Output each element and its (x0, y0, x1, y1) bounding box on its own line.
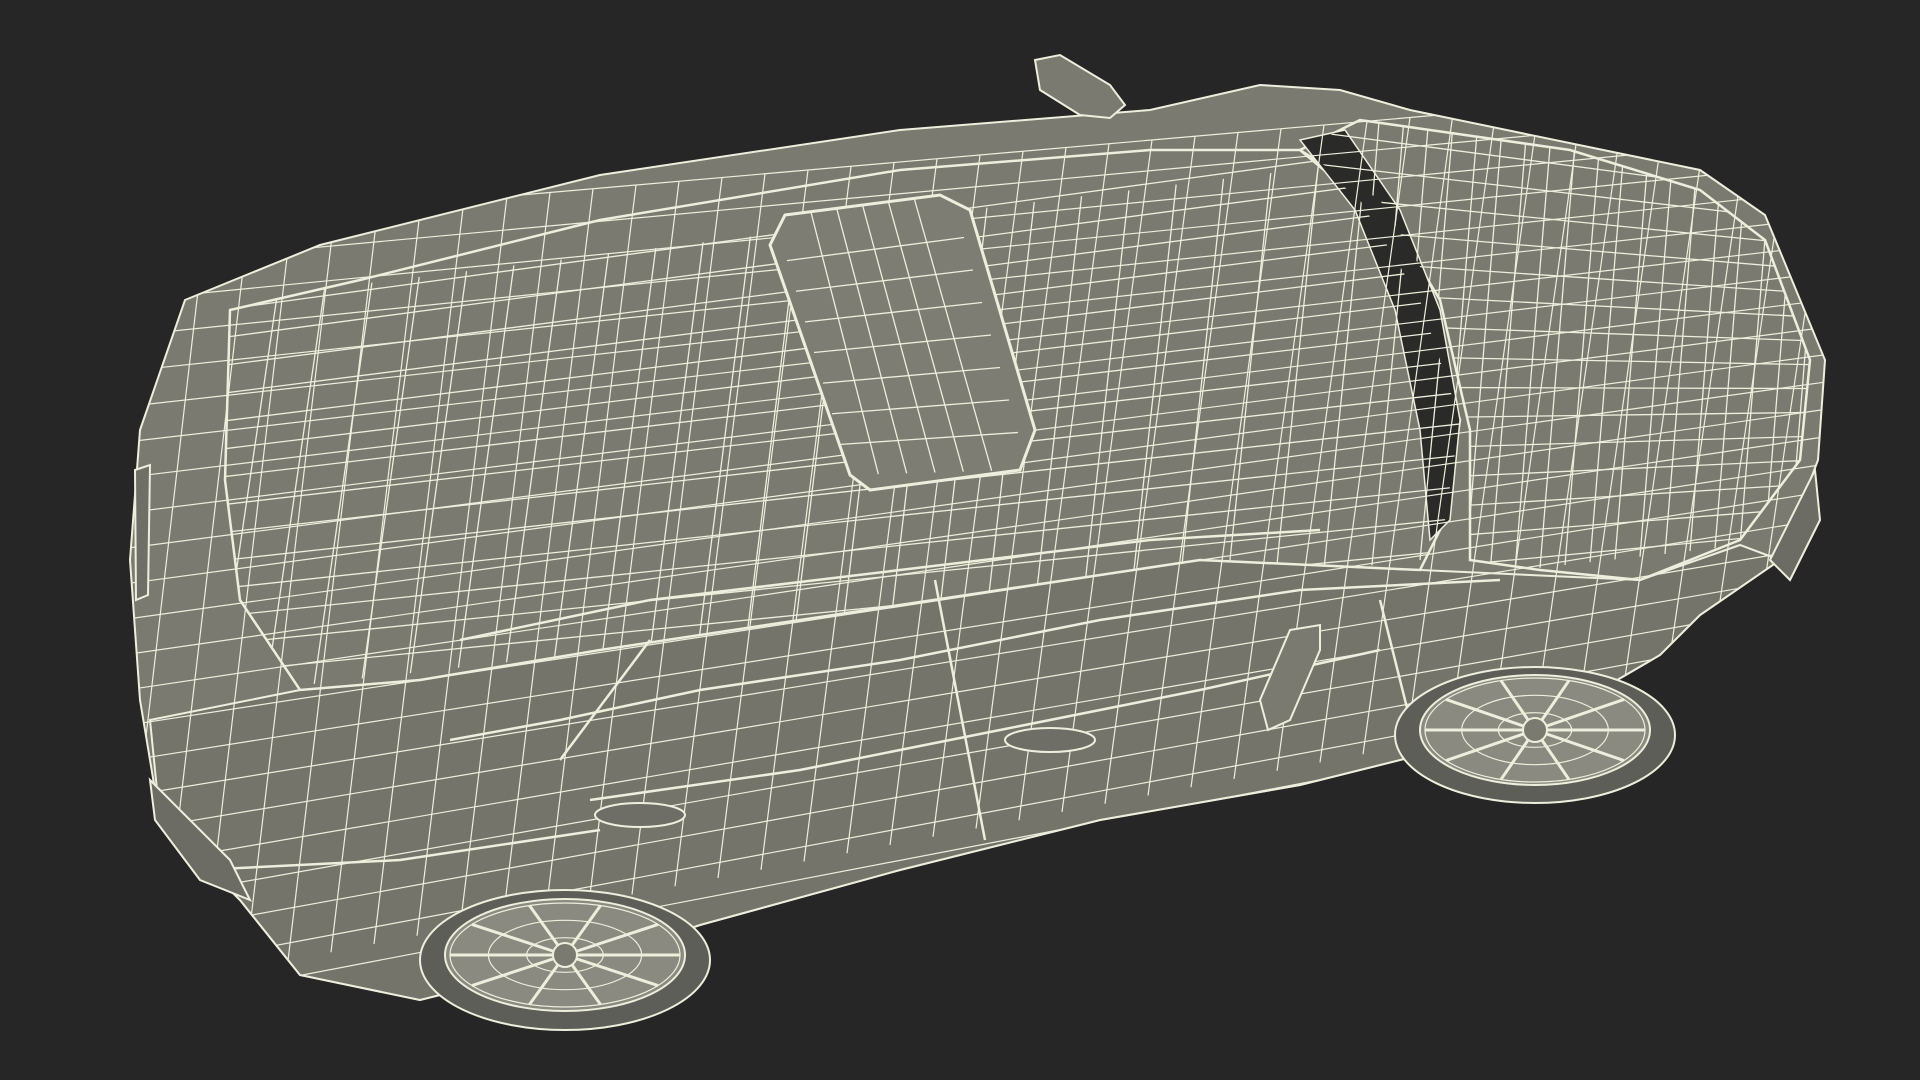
render-viewport (0, 0, 1920, 1080)
rear-tailgate-edge (133, 463, 152, 602)
body-wire-vertical (30, 230, 120, 1010)
rear-wheel (419, 889, 711, 1031)
side-mirror-top (1033, 53, 1127, 120)
door-handle-rear (594, 802, 686, 828)
door-handle-front (1004, 727, 1096, 753)
front-wheel (1394, 666, 1676, 804)
car-wireframe-render (30, 53, 1827, 1031)
